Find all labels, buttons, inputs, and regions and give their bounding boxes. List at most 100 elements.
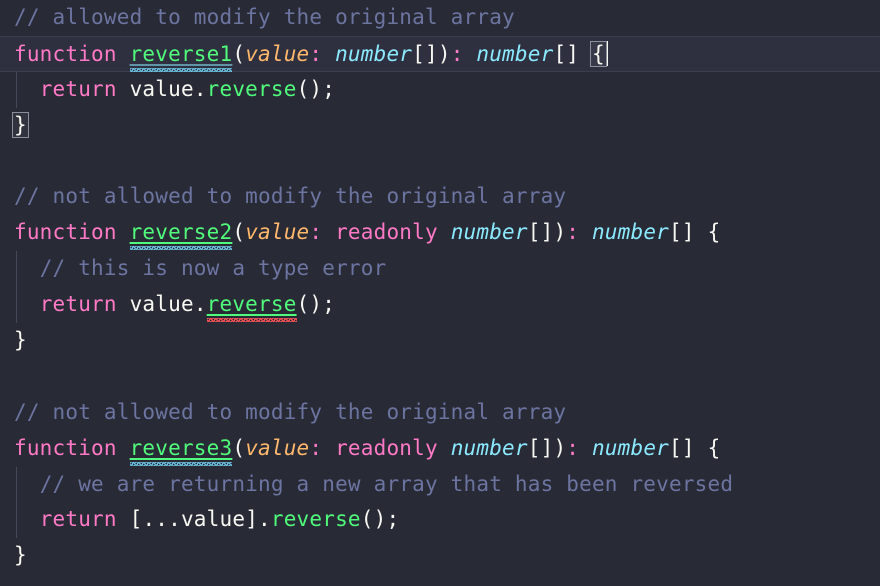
token-comment: // we are returning a new array that has… xyxy=(39,471,734,496)
code-line[interactable]: // allowed to modify the original array xyxy=(0,0,880,36)
token-array-brackets: [] xyxy=(553,41,580,66)
token-identifier-value: value xyxy=(129,292,194,317)
token-brace-close: } xyxy=(14,328,27,353)
token-return-colon: : xyxy=(566,435,580,460)
token-keyword-function: function xyxy=(14,41,117,66)
token-function-name-reverse3: reverse3 xyxy=(129,435,233,460)
code-line[interactable]: function reverse3(value: readonly number… xyxy=(0,431,880,467)
token-brace-close: } xyxy=(14,543,27,568)
code-line[interactable]: // not allowed to modify the original ar… xyxy=(0,395,880,431)
token-comment: // not allowed to modify the original ar… xyxy=(14,399,567,424)
token-array-brackets: [] xyxy=(527,220,554,245)
token-brace-close-matched: } xyxy=(12,111,29,138)
token-comment: // not allowed to modify the original ar… xyxy=(14,184,567,209)
token-paren-close: ) xyxy=(437,41,451,66)
token-colon: : xyxy=(309,220,323,245)
code-line[interactable] xyxy=(0,359,880,395)
token-call-parens-semicolon: (); xyxy=(296,292,336,317)
token-type-number: number xyxy=(450,220,528,245)
token-paren-open: ( xyxy=(232,220,246,245)
code-line[interactable]: return [...value].reverse(); xyxy=(0,502,880,539)
token-return-type-number: number xyxy=(591,435,670,460)
code-line[interactable]: // not allowed to modify the original ar… xyxy=(0,179,880,215)
token-call-parens-semicolon: (); xyxy=(296,76,336,101)
token-array-brackets: [] xyxy=(527,435,554,460)
token-keyword-function: function xyxy=(14,220,117,245)
token-function-name-reverse1: reverse1 xyxy=(129,41,233,66)
code-line[interactable]: return value.reverse(); xyxy=(0,287,880,323)
token-array-brackets: [] xyxy=(412,41,438,66)
token-comment: // this is now a type error xyxy=(39,256,387,281)
token-keyword-return: return xyxy=(39,76,117,101)
token-array-literal-close: ] xyxy=(245,507,259,532)
token-paren-close: ) xyxy=(553,435,567,460)
code-line[interactable]: function reverse2(value: readonly number… xyxy=(0,215,880,251)
token-dot: . xyxy=(258,507,271,532)
token-identifier-value: value xyxy=(129,76,194,101)
token-keyword-return: return xyxy=(39,292,117,317)
token-method-reverse: reverse xyxy=(270,507,361,532)
code-line[interactable]: return value.reverse(); xyxy=(0,71,880,108)
token-dot: . xyxy=(193,292,207,317)
code-line[interactable]: // this is now a type error xyxy=(0,251,880,288)
token-param-value: value xyxy=(245,435,310,460)
text-caret xyxy=(605,40,608,66)
token-comment: // allowed to modify the original array xyxy=(14,5,515,29)
token-return-colon: : xyxy=(450,41,464,66)
token-type-number: number xyxy=(450,435,528,460)
token-paren-open: ( xyxy=(232,435,246,460)
token-array-literal-open: [ xyxy=(129,507,143,532)
token-keyword-readonly: readonly xyxy=(335,220,438,245)
code-editor[interactable]: // allowed to modify the original array f… xyxy=(0,0,880,586)
code-line[interactable]: } xyxy=(0,538,880,574)
token-paren-open: ( xyxy=(232,41,246,66)
code-line[interactable]: function reverse1(value: number[]): numb… xyxy=(0,35,880,72)
token-brace-open: { xyxy=(707,220,721,245)
token-method-reverse-error: reverse xyxy=(206,292,297,317)
token-array-brackets: [] xyxy=(669,435,695,460)
token-array-brackets: [] xyxy=(669,220,695,245)
token-function-name-reverse2: reverse2 xyxy=(129,220,233,245)
token-colon: : xyxy=(309,435,323,460)
token-param-value: value xyxy=(245,220,310,245)
token-param-value: value xyxy=(245,41,310,66)
token-return-colon: : xyxy=(566,220,580,245)
token-identifier-value: value xyxy=(180,507,246,532)
token-colon: : xyxy=(309,41,323,66)
token-keyword-return: return xyxy=(39,507,117,532)
code-line[interactable]: } xyxy=(0,323,880,359)
token-brace-open-matched: { xyxy=(589,40,607,67)
token-type-number: number xyxy=(335,41,413,66)
code-area[interactable]: // allowed to modify the original array f… xyxy=(0,0,880,574)
token-call-parens-semicolon: (); xyxy=(360,507,400,532)
token-keyword-function: function xyxy=(14,435,117,460)
token-return-type-number: number xyxy=(591,220,670,245)
code-line[interactable] xyxy=(0,144,880,180)
token-spread-operator: ... xyxy=(142,507,181,532)
token-method-reverse: reverse xyxy=(206,76,297,101)
code-line[interactable]: } xyxy=(0,108,880,144)
token-paren-close: ) xyxy=(553,220,567,245)
token-keyword-readonly: readonly xyxy=(335,435,438,460)
code-line[interactable]: // we are returning a new array that has… xyxy=(0,466,880,503)
